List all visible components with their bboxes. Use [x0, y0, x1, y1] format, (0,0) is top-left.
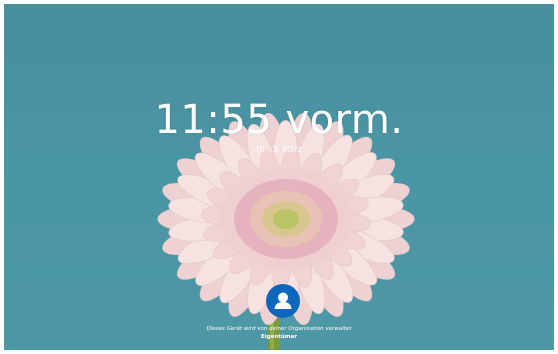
- person-icon: [274, 292, 292, 309]
- lock-screen: 11:55 vorm. Di., 3. März Dieses Gerät wi…: [4, 4, 554, 350]
- organization-managed-notice: Dieses Gerät wird von deiner Organisatio…: [206, 326, 352, 332]
- user-name-label[interactable]: Eigentümer: [4, 334, 554, 341]
- flower-center: [273, 209, 299, 229]
- lock-screen-date: Di., 3. März: [256, 145, 302, 154]
- lock-screen-time: 11:55 vorm.: [154, 97, 404, 143]
- user-avatar-button[interactable]: [266, 284, 300, 318]
